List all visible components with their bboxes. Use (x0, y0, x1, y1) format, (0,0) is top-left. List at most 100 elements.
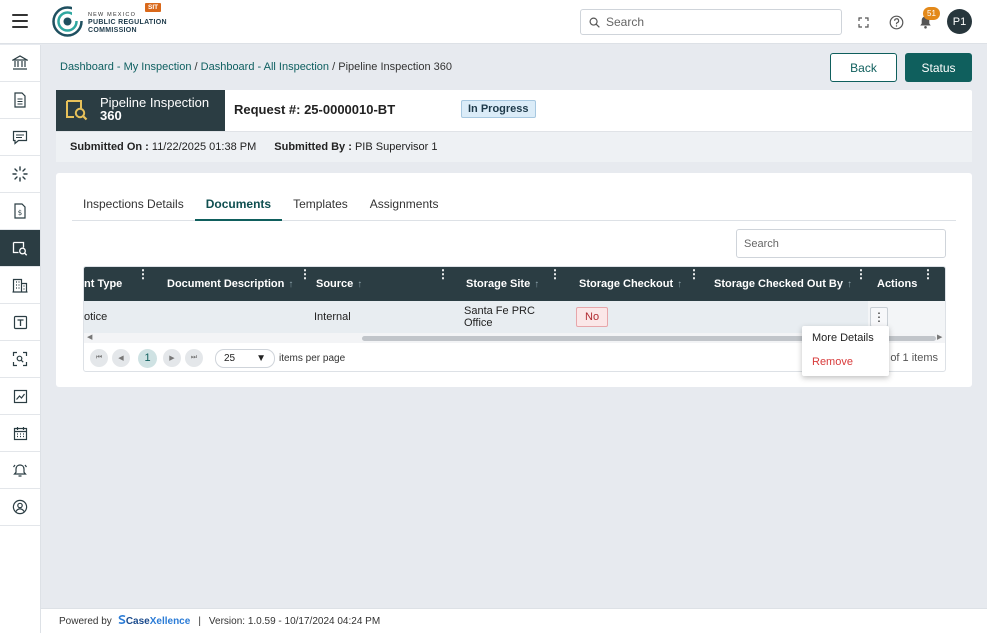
sidebar-item-inspections[interactable] (0, 230, 40, 267)
menu-icon[interactable] (12, 14, 28, 28)
chart-icon (13, 389, 27, 403)
column-menu-icon[interactable]: ⋮ (437, 267, 449, 281)
documents-search-input[interactable] (736, 229, 946, 258)
breadcrumb: Dashboard - My Inspection / Dashboard - … (60, 61, 452, 73)
submitted-on-value: 11/22/2025 01:38 PM (151, 141, 257, 153)
remove-menu-item[interactable]: Remove (812, 356, 853, 368)
prc-logo[interactable]: NEW MEXICO PUBLIC REGULATION COMMISSION … (52, 3, 172, 39)
bank-icon (12, 55, 28, 70)
powered-by-label: Powered by (59, 615, 112, 627)
sidebar-item-processing[interactable] (0, 156, 40, 193)
global-search[interactable] (580, 9, 842, 35)
cell-storage-site-line1: Santa Fe PRC (464, 305, 535, 317)
sidebar-item-facilities[interactable] (0, 267, 40, 304)
sidebar-item-scan[interactable] (0, 341, 40, 378)
column-header-storage-checked-out-by[interactable]: Storage Checked Out By ↑ (714, 267, 852, 301)
sidebar-item-templates[interactable] (0, 304, 40, 341)
sidebar-nav: $ (0, 45, 41, 633)
column-header-storage-checkout[interactable]: Storage Checkout ↑ (579, 267, 682, 301)
tab-documents[interactable]: Documents (194, 193, 283, 221)
user-circle-icon (12, 499, 28, 515)
scroll-right-icon[interactable]: ▶ (937, 333, 942, 343)
chevron-down-icon: ▼ (256, 352, 266, 364)
current-page[interactable]: 1 (138, 348, 157, 368)
casexellence-logo: CaseXellence (118, 615, 190, 627)
cell-storage-site-line2: Office (464, 317, 493, 329)
sidebar-item-messages[interactable] (0, 119, 40, 156)
inspection-title-block: Pipeline Inspection 360 (56, 90, 225, 131)
submitted-on-label: Submitted On : (70, 141, 149, 153)
column-menu-icon[interactable]: ⋮ (688, 267, 700, 281)
inspection-header-card: Pipeline Inspection 360 Request #: 25-00… (56, 90, 972, 162)
page-size-select[interactable]: 25 ▼ (215, 348, 275, 368)
sidebar-item-documents[interactable] (0, 82, 40, 119)
search-icon (589, 17, 600, 28)
submission-meta: Submitted On : 11/22/2025 01:38 PM Submi… (56, 131, 972, 162)
first-page-icon[interactable]: ⏮ (90, 349, 108, 367)
breadcrumb-my-inspection[interactable]: Dashboard - My Inspection (60, 61, 191, 73)
spinner-icon (12, 166, 28, 182)
items-per-page-label: items per page (279, 352, 346, 364)
alarm-icon (13, 464, 27, 477)
template-icon (13, 315, 27, 329)
back-button[interactable]: Back (830, 53, 897, 82)
tab-templates[interactable]: Templates (282, 193, 359, 221)
column-menu-icon[interactable]: ⋮ (855, 267, 867, 281)
sidebar-item-alerts[interactable] (0, 452, 40, 489)
checkout-status-badge: No (576, 307, 609, 327)
logo-line2: PUBLIC REGULATION (88, 19, 167, 26)
prev-page-icon[interactable]: ◀ (112, 349, 130, 367)
inspection-icon (12, 241, 28, 256)
calendar-icon (13, 426, 27, 440)
casexellence-logo-icon (118, 615, 126, 624)
column-menu-icon[interactable]: ⋮ (922, 267, 934, 281)
status-badge: In Progress (461, 100, 536, 118)
more-details-menu-item[interactable]: More Details (812, 332, 874, 344)
page-title: Pipeline Inspection 360 (100, 96, 209, 122)
last-page-icon[interactable]: ⏭ (185, 349, 203, 367)
logo-mark-icon (52, 6, 83, 37)
column-header-storage-site[interactable]: Storage Site ↑ (466, 267, 539, 301)
footer: Powered by CaseXellence | Version: 1.0.5… (41, 608, 987, 633)
submitted-by-label: Submitted By : (274, 141, 352, 153)
status-button[interactable]: Status (905, 53, 972, 82)
column-header-document-type[interactable]: nt Type (84, 267, 122, 301)
help-icon[interactable] (887, 13, 905, 31)
sidebar-item-calendar[interactable] (0, 415, 40, 452)
tab-inspections-details[interactable]: Inspections Details (72, 193, 195, 221)
grid-header: nt Type ⋮ Document Description ↑ ⋮ Source… (84, 267, 945, 301)
column-menu-icon[interactable]: ⋮ (549, 267, 561, 281)
fullscreen-icon[interactable] (854, 13, 872, 31)
sidebar-item-billing[interactable]: $ (0, 193, 40, 230)
inspection-icon (66, 100, 88, 121)
notification-count: 51 (923, 7, 940, 20)
cell-source: Internal (314, 311, 351, 323)
scroll-left-icon[interactable]: ◀ (87, 333, 92, 343)
breadcrumb-separator: / (332, 61, 336, 73)
building-icon (12, 278, 28, 293)
user-avatar[interactable]: P1 (947, 9, 972, 34)
env-badge: SIT (145, 3, 162, 12)
breadcrumb-all-inspection[interactable]: Dashboard - All Inspection (201, 61, 329, 73)
cell-storage-site: Santa Fe PRC Office (464, 301, 535, 333)
global-search-input[interactable] (606, 15, 826, 29)
tab-assignments[interactable]: Assignments (359, 193, 450, 221)
logo-line1: NEW MEXICO (88, 12, 137, 18)
column-header-document-description[interactable]: Document Description ↑ (167, 267, 293, 301)
cell-document-type: otice (84, 311, 108, 323)
column-header-actions: Actions (877, 278, 918, 290)
sidebar-item-profile[interactable] (0, 489, 40, 526)
breadcrumb-current: Pipeline Inspection 360 (338, 61, 452, 73)
column-menu-icon[interactable]: ⋮ (137, 267, 149, 281)
column-header-source[interactable]: Source ↑ (316, 267, 362, 301)
document-icon (14, 92, 26, 108)
cell-storage-checkout: No (576, 301, 609, 333)
next-page-icon[interactable]: ▶ (163, 349, 181, 367)
sidebar-item-dashboard[interactable] (0, 45, 40, 82)
request-number: Request #: 25-0000010-BT (234, 102, 396, 117)
page-title-line2: 360 (100, 108, 122, 123)
row-actions-kebab-icon[interactable]: ⋮ (870, 307, 888, 327)
column-menu-icon[interactable]: ⋮ (299, 267, 311, 281)
page-size-value: 25 (224, 352, 236, 364)
sidebar-item-reports[interactable] (0, 378, 40, 415)
